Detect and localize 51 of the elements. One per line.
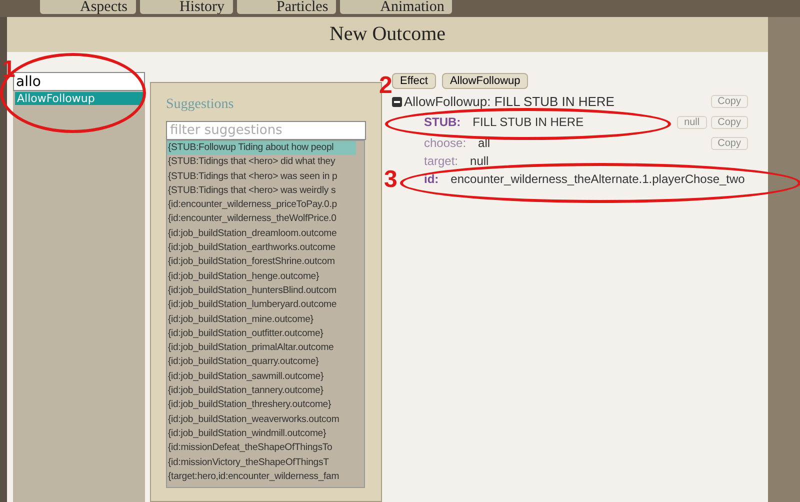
field-value: all (478, 136, 490, 150)
field-value: encounter_wilderness_theAlternate.1.playerChose_two (450, 172, 745, 186)
minus-icon (394, 98, 400, 104)
annotation-number: 2 (379, 74, 392, 98)
suggestion-item[interactable]: {id:job_buildStation_sawmill.outcome} (167, 370, 356, 384)
top-tab[interactable]: Aspects (40, 0, 136, 14)
suggestion-item[interactable]: {id:job_buildStation_tannery.outcome} (167, 384, 356, 398)
breadcrumb-button[interactable]: AllowFollowup (442, 73, 528, 89)
suggestion-item[interactable]: {id:job_buildStation_windmill.outcome} (167, 426, 356, 442)
field-value: null (470, 154, 489, 168)
dialog-title: New Outcome (329, 23, 446, 46)
suggestion-item[interactable]: {id:job_buildStation_henge.outcome} (167, 270, 356, 284)
suggestion-item[interactable]: {STUB:Tidings that <hero> was weirdly s (167, 184, 356, 198)
top-tab[interactable]: Particles (236, 0, 336, 14)
suggestion-item[interactable]: {id:encounter_wilderness_theWolfPrice.0 (167, 212, 356, 227)
suggestion-item[interactable]: {id:job_buildStation_mine.outcome} (167, 312, 356, 327)
suggestion-item[interactable]: {id:job_buildStation_huntersBlind.outcom (167, 284, 356, 298)
null-button[interactable]: null (677, 116, 707, 128)
copy-button[interactable]: Copy (710, 116, 748, 128)
suggestion-item[interactable]: {id:job_buildStation_quarry.outcome} (167, 355, 356, 370)
node-label: AllowFollowup: FILL STUB IN HERE (404, 94, 614, 109)
suggestion-item[interactable]: {id:missionDefeat_theShapeOfThingsTo (167, 441, 356, 456)
suggestions-heading: Suggestions (166, 97, 235, 113)
suggestion-item[interactable]: {id:job_buildStation_outfitter.outcome} (167, 326, 356, 342)
suggestion-item[interactable]: {id:job_buildStation_lumberyard.outcome (167, 298, 356, 313)
suggestion-item[interactable]: {STUB:Tidings that <hero> did what they (167, 155, 356, 170)
collapse-toggle[interactable] (392, 96, 402, 106)
result-item[interactable]: AllowFollowup (15, 92, 143, 105)
suggestion-item[interactable]: {target:hero,id:encounter_wilderness_fam (167, 470, 356, 484)
top-tab[interactable]: History (140, 0, 232, 14)
suggestion-item[interactable]: {STUB:Followup Tiding about how peopl (167, 141, 356, 156)
suggestion-item[interactable]: {STUB:Tidings that <hero> was seen in p (167, 170, 356, 184)
field-value: FILL STUB IN HERE (472, 115, 584, 129)
field-key: target: (424, 154, 458, 168)
field-key: choose: (424, 136, 466, 150)
copy-button[interactable]: Copy (710, 95, 748, 108)
suggestion-item[interactable]: {id:job_buildStation_dreamloom.outcome (167, 226, 356, 242)
field-key: STUB: (424, 115, 461, 129)
breadcrumb-button[interactable]: Effect (392, 73, 436, 89)
suggestion-item[interactable]: {id:job_buildStation_earthworks.outcome (167, 241, 356, 256)
field-key: id: (424, 172, 439, 186)
suggestion-item[interactable]: {id:job_buildStation_primalAltar.outcome (167, 341, 356, 356)
suggestion-item[interactable]: {id:job_buildStation_threshery.outcome} (167, 398, 356, 413)
suggestion-item[interactable]: {id:encounter_wilderness_priceToPay.0.p (167, 198, 356, 212)
suggestion-item[interactable]: {id:missionVictory_theShapeOfThingsT (167, 456, 356, 470)
annotation-number: 3 (384, 168, 398, 192)
top-tab[interactable]: Animation (340, 0, 452, 14)
filter-field[interactable]: filter suggestions (166, 121, 366, 140)
suggestion-item[interactable]: {id:job_buildStation_forestShrine.outcom (167, 255, 356, 270)
suggestion-item[interactable]: {id:job_buildStation_weaverworks.outcom (167, 412, 356, 427)
copy-button[interactable]: Copy (710, 136, 748, 150)
